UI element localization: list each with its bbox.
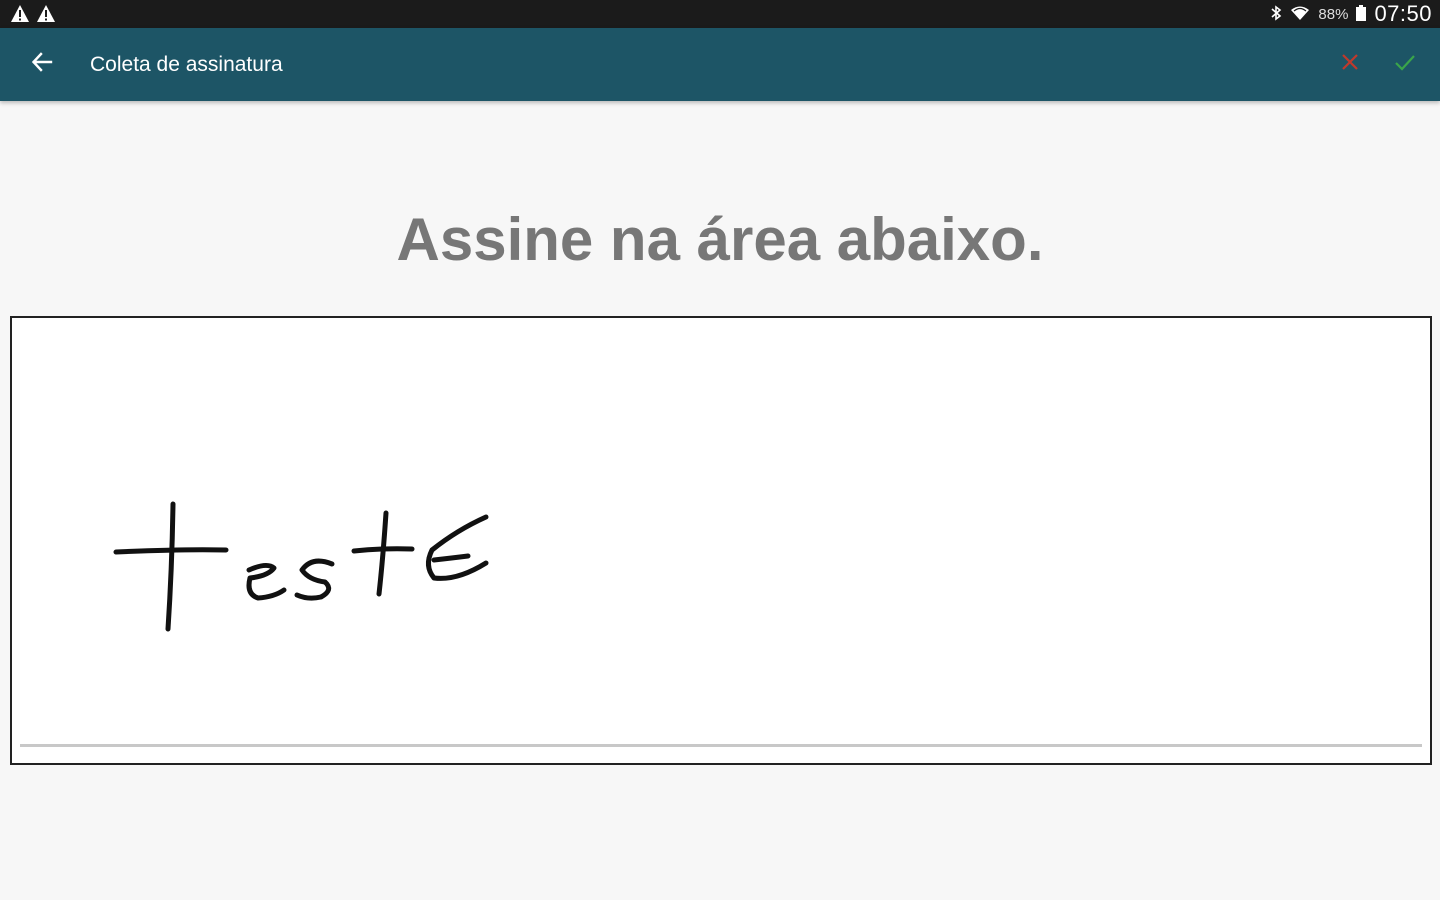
wifi-icon [1290, 5, 1310, 24]
arrow-back-icon [31, 51, 53, 78]
app-bar: Coleta de assinatura [0, 28, 1440, 101]
warning-icon [10, 4, 30, 29]
bluetooth-icon [1270, 4, 1282, 24]
app-title: Coleta de assinatura [90, 53, 283, 76]
check-icon [1394, 52, 1416, 77]
close-icon [1340, 52, 1360, 77]
status-system: 88% 07:50 [1270, 0, 1432, 28]
signature-pad[interactable] [10, 316, 1432, 765]
status-time: 07:50 [1374, 1, 1432, 26]
instruction-heading: Assine na área abaixo. [396, 206, 1044, 273]
status-bar: 88% 07:50 [0, 0, 1440, 28]
cancel-button[interactable] [1330, 44, 1370, 84]
warning-icon [36, 4, 56, 29]
back-button[interactable] [22, 44, 62, 84]
battery-percent: 88% [1318, 5, 1349, 23]
signature-ink [113, 501, 489, 632]
status-notifications [10, 4, 56, 29]
signature-baseline [20, 744, 1422, 747]
battery-icon [1356, 4, 1367, 24]
confirm-button[interactable] [1385, 44, 1425, 84]
